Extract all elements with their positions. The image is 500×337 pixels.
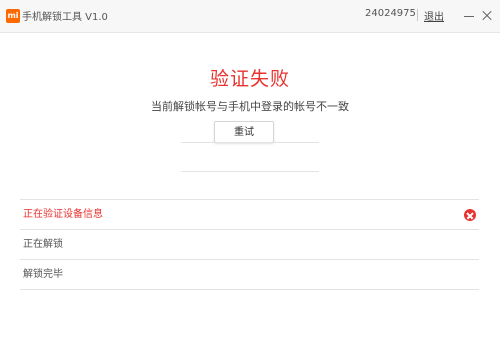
step-item-unlocking: 正在解锁 (20, 229, 479, 259)
account-id: 24024975 (365, 8, 416, 19)
logout-link[interactable]: 退出 (424, 8, 444, 23)
divider (181, 171, 319, 172)
step-label: 正在验证设备信息 (23, 209, 103, 220)
status-message: 当前解锁帐号与手机中登录的帐号不一致 (151, 100, 349, 113)
mi-logo-icon: mi (6, 9, 20, 23)
minimize-icon[interactable] (462, 8, 476, 22)
app-title: 手机解锁工具 V1.0 (22, 12, 108, 23)
titlebar-divider (417, 9, 418, 21)
step-label: 正在解锁 (23, 239, 63, 250)
step-item-unlock-complete: 解锁完毕 (20, 259, 479, 290)
status-title: 验证失败 (209, 68, 290, 90)
retry-button[interactable]: 重试 (214, 121, 274, 143)
step-label: 解锁完毕 (23, 269, 63, 280)
title-bar: mi 手机解锁工具 V1.0 24024975 退出 (0, 0, 500, 33)
close-icon[interactable] (480, 8, 494, 22)
step-item-verify-device: 正在验证设备信息 (20, 199, 479, 229)
step-list: 正在验证设备信息 正在解锁 解锁完毕 (20, 199, 479, 290)
divider (181, 142, 319, 143)
error-x-circle-icon (464, 209, 476, 221)
